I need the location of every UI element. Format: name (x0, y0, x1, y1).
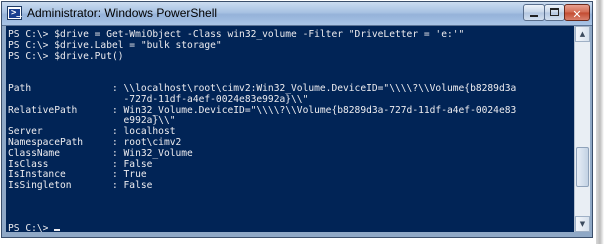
console-line: PS C:\> (8, 224, 516, 232)
console-line: -727d-11df-a4ef-0024e83e992a}\\" (8, 93, 309, 105)
console-area[interactable]: PS C:\> $drive = Get-WmiObject -Class wi… (6, 26, 574, 232)
scroll-down-arrow-icon: ▼ (579, 220, 586, 228)
console-line: PS C:\> $drive.Label = "bulk storage" (8, 39, 222, 51)
minimize-icon (530, 15, 538, 17)
scroll-up-arrow-icon: ▲ (579, 30, 586, 38)
scroll-thumb[interactable] (576, 147, 589, 187)
window-title: Administrator: Windows PowerShell (27, 6, 218, 20)
vertical-scrollbar[interactable]: ▲ ▼ (574, 26, 590, 232)
close-button[interactable]: ✕ (564, 4, 590, 21)
maximize-button[interactable] (544, 4, 565, 21)
console-line: PS C:\> $drive.Put() (8, 50, 124, 62)
title-bar[interactable]: >_ Administrator: Windows PowerShell ✕ (2, 2, 592, 26)
minimize-button[interactable] (523, 4, 545, 21)
powershell-icon[interactable]: >_ (7, 6, 22, 20)
scroll-up-button[interactable]: ▲ (575, 26, 590, 42)
scroll-down-button[interactable]: ▼ (575, 216, 590, 232)
close-icon: ✕ (572, 8, 582, 21)
console-line: IsSingleton : False (8, 180, 153, 192)
console-output: PS C:\> $drive = Get-WmiObject -Class wi… (8, 29, 516, 232)
text-cursor (54, 229, 61, 232)
console-line: ClassName : Win32_Volume (8, 147, 193, 159)
powershell-window: >_ Administrator: Windows PowerShell ✕ P… (1, 1, 593, 238)
maximize-icon (550, 8, 559, 16)
